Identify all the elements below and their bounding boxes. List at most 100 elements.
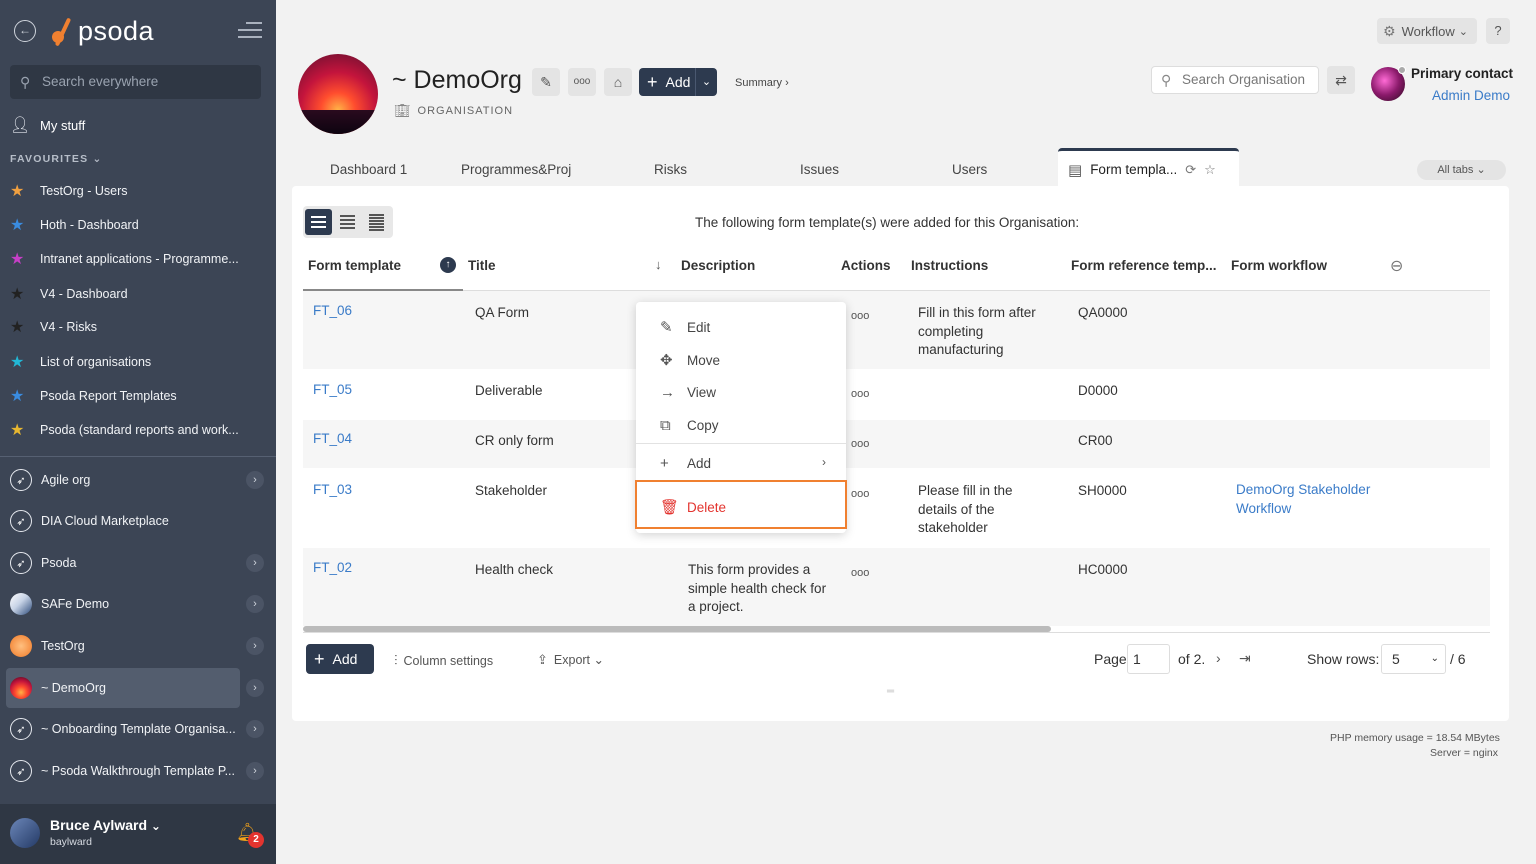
org-avatar — [298, 54, 378, 134]
favourite-item[interactable]: ★ Intranet applications - Programme... — [10, 248, 239, 270]
user-name[interactable]: Bruce Aylward ⌄ — [50, 817, 161, 833]
header-title[interactable]: Title — [468, 258, 496, 273]
table-row-id[interactable]: FT_06 — [313, 302, 352, 321]
column-settings-button[interactable]: ⫶ Column settings — [394, 652, 493, 669]
sidebar-org-psoda[interactable]: ➶ Psoda › — [6, 543, 270, 583]
favourite-item[interactable]: ★ V4 - Dashboard — [10, 283, 128, 305]
resize-handle-icon[interactable]: ═ — [887, 686, 894, 697]
table-row-title: QA Form — [475, 305, 530, 320]
tab-risks[interactable]: Risks — [654, 162, 687, 177]
header-form-workflow[interactable]: Form workflow — [1231, 258, 1327, 273]
primary-contact-link[interactable]: Admin Demo — [1432, 88, 1510, 103]
table-row-workflow[interactable]: DemoOrg Stakeholder Workflow — [1236, 481, 1386, 518]
tab-dashboard[interactable]: Dashboard 1 — [330, 162, 407, 177]
footer-add-button[interactable]: + Add — [306, 644, 374, 674]
logo-mark-icon — [52, 17, 76, 47]
chevron-right-icon[interactable]: › — [246, 762, 264, 780]
summary-link[interactable]: Summary › — [735, 77, 789, 89]
back-arrow-icon[interactable]: ← — [14, 20, 36, 42]
copy-icon: ⧉ — [660, 416, 671, 434]
search-organisation-input[interactable]: ⚲ Search Organisation — [1151, 66, 1319, 94]
last-page-icon[interactable]: ⇥ — [1239, 650, 1251, 667]
menu-item-edit[interactable]: ✎ Edit — [636, 313, 846, 341]
edit-icon[interactable]: ✎ — [532, 68, 560, 96]
row-actions-icon[interactable]: ooo — [851, 488, 869, 500]
search-everywhere-input[interactable]: ⚲ Search everywhere — [10, 65, 261, 99]
table-row-id[interactable]: FT_03 — [313, 481, 352, 500]
add-button[interactable]: + Add ⌄ — [639, 68, 717, 96]
view-large-icon[interactable] — [305, 209, 332, 235]
header-form-template[interactable]: Form template — [308, 258, 401, 273]
row-actions-icon[interactable]: ooo — [851, 310, 869, 322]
table-row-id[interactable]: FT_05 — [313, 381, 352, 400]
rows-per-page-select[interactable]: 5 ⌄ — [1381, 644, 1446, 674]
header-description[interactable]: Description — [681, 258, 755, 273]
favourite-item[interactable]: ★ V4 - Risks — [10, 316, 97, 338]
row-actions-icon[interactable]: ooo — [851, 388, 869, 400]
favourite-item[interactable]: ★ TestOrg - Users — [10, 180, 128, 202]
header-instructions[interactable]: Instructions — [911, 258, 988, 273]
page-label: Page — [1094, 651, 1127, 667]
favourite-item[interactable]: ★ Psoda Report Templates — [10, 385, 177, 407]
rows-total: / 6 — [1450, 651, 1466, 667]
table-row-reference: CR00 — [1078, 433, 1113, 448]
favourite-item[interactable]: ★ List of organisations — [10, 351, 151, 373]
collapse-menu-icon[interactable] — [238, 22, 262, 40]
refresh-icon[interactable]: ⟳ — [1185, 162, 1196, 178]
menu-item-move[interactable]: ✥ Move — [636, 346, 846, 374]
export-button[interactable]: ⇪ Export ⌄ — [537, 652, 604, 668]
chevron-right-icon[interactable]: › — [246, 720, 264, 738]
favourite-item[interactable]: ★ Psoda (standard reports and work... — [10, 419, 239, 441]
org-label: TestOrg — [41, 639, 85, 653]
row-actions-icon[interactable]: ooo — [851, 567, 869, 579]
my-stuff-link[interactable]: 👤︎ My stuff — [10, 112, 85, 138]
horizontal-scrollbar[interactable] — [303, 626, 1051, 632]
header-form-reference[interactable]: Form reference temp... — [1071, 258, 1217, 273]
sidebar-org-dia-cloud[interactable]: ➶ DIA Cloud Marketplace — [6, 501, 270, 541]
chevron-right-icon[interactable]: › — [246, 637, 264, 655]
header-actions: Actions — [841, 258, 891, 273]
sidebar-org-safe-demo[interactable]: SAFe Demo › — [6, 584, 270, 624]
workflow-icon: ⚙ — [1383, 22, 1396, 39]
table-row-id[interactable]: FT_02 — [313, 559, 352, 578]
tab-programmes[interactable]: Programmes&Proj — [461, 162, 579, 177]
menu-item-add[interactable]: + Add › — [636, 449, 846, 477]
all-tabs-button[interactable]: All tabs ⌄ — [1417, 160, 1506, 180]
php-memory-usage: PHP memory usage = 18.54 MBytes — [1330, 732, 1500, 744]
row-actions-icon[interactable]: ooo — [851, 438, 869, 450]
table-row-title: Health check — [475, 562, 554, 577]
chevron-right-icon[interactable]: › — [246, 679, 264, 697]
chevron-right-icon[interactable]: › — [246, 595, 264, 613]
sort-down-icon[interactable]: ↓ — [655, 257, 662, 272]
chevron-right-icon[interactable]: › — [246, 554, 264, 572]
sidebar-org-demoorg[interactable]: ~ DemoOrg › — [6, 668, 270, 708]
tab-users[interactable]: Users — [952, 162, 987, 177]
view-medium-icon[interactable] — [334, 209, 361, 235]
page-number-input[interactable]: 1 — [1127, 644, 1170, 674]
table-row-id[interactable]: FT_04 — [313, 430, 352, 449]
sidebar-org-agile-org[interactable]: ➶ Agile org › — [6, 460, 270, 500]
menu-item-view[interactable]: → View — [636, 378, 846, 406]
favourites-heading[interactable]: FAVOURITES ⌄ — [10, 153, 102, 165]
star-outline-icon[interactable]: ☆ — [1204, 162, 1216, 178]
view-compact-icon[interactable] — [363, 209, 390, 235]
more-options-icon[interactable]: ooo — [568, 68, 596, 96]
tab-issues[interactable]: Issues — [800, 162, 839, 177]
psoda-logo[interactable]: psoda — [52, 16, 154, 47]
favourite-item[interactable]: ★ Hoth - Dashboard — [10, 214, 139, 236]
chevron-down-icon: ⌄ — [92, 153, 103, 165]
help-button[interactable]: ? — [1486, 18, 1510, 44]
workflow-button[interactable]: ⚙ Workflow ⌄ — [1377, 18, 1477, 44]
user-panel[interactable]: Bruce Aylward ⌄ baylward 🔔︎ 2 — [0, 804, 276, 864]
sidebar-org-testorg[interactable]: TestOrg › — [6, 626, 270, 666]
switch-icon[interactable]: ⇄ — [1327, 66, 1355, 94]
tag-icon[interactable]: ⌂ — [604, 68, 632, 96]
next-page-icon[interactable]: › — [1216, 650, 1221, 666]
sort-up-icon[interactable]: ↑ — [440, 257, 456, 273]
sidebar-org-walkthrough[interactable]: ➶ ~ Psoda Walkthrough Template P... › — [6, 751, 270, 791]
chevron-down-icon[interactable]: ⌄ — [695, 68, 717, 96]
tab-form-templates[interactable]: ▤ Form templa... ⟳ ☆ — [1058, 148, 1239, 188]
menu-item-copy[interactable]: ⧉ Copy — [636, 411, 846, 439]
chevron-right-icon[interactable]: › — [246, 471, 264, 489]
sidebar-org-onboarding[interactable]: ➶ ~ Onboarding Template Organisa... › — [6, 709, 270, 749]
